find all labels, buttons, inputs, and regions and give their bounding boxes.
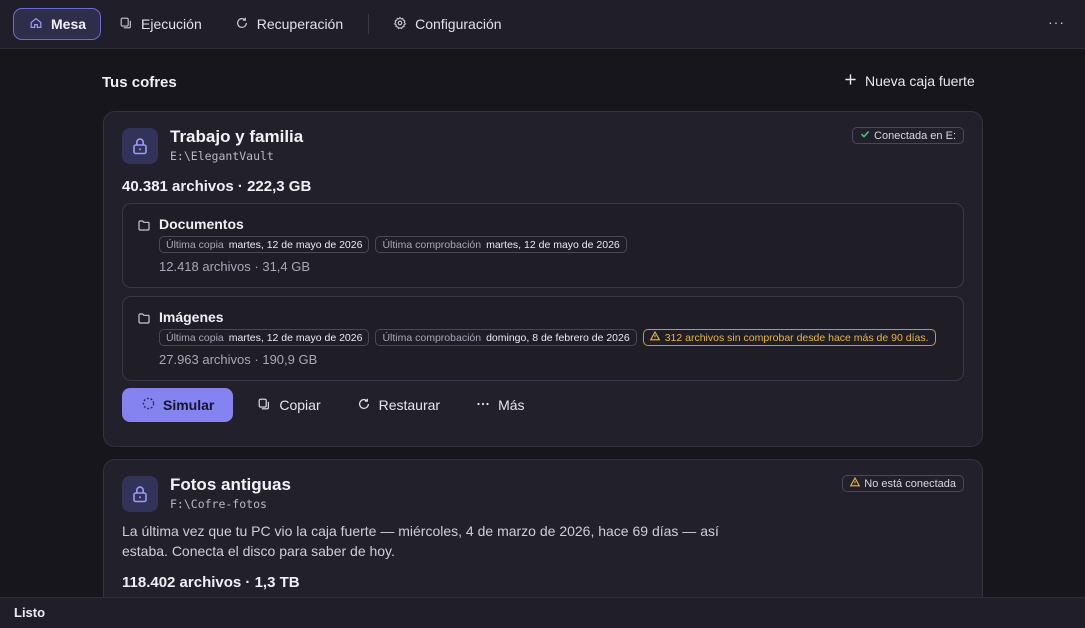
new-vault-button[interactable]: Nueva caja fuerte <box>844 73 975 89</box>
vault-stats: 118.402 archivos · 1,3 TB <box>122 574 300 591</box>
copy-label: Copiar <box>279 397 321 413</box>
lock-icon <box>122 128 158 164</box>
folder-card-imagenes[interactable]: Imágenes Última copia martes, 12 de mayo… <box>122 296 964 381</box>
tab-ejecucion[interactable]: Ejecución <box>103 8 217 40</box>
restore-button[interactable]: Restaurar <box>345 388 452 422</box>
status-badge: No está conectada <box>842 475 964 492</box>
copy-icon <box>119 16 133 33</box>
folder-icon <box>138 218 150 236</box>
vault-card: Fotos antiguas F:\Cofre-fotos No está co… <box>103 459 983 597</box>
chip-value: martes, 12 de mayo de 2026 <box>228 238 363 251</box>
check-icon <box>860 129 870 142</box>
tab-configuracion[interactable]: Configuración <box>377 8 516 40</box>
tab-label: Ejecución <box>141 16 202 32</box>
more-label: Más <box>498 397 525 413</box>
last-copy-chip: Última copia martes, 12 de mayo de 2026 <box>159 329 370 346</box>
top-nav: Mesa Ejecución Recuperación Configuració… <box>0 0 1085 49</box>
chip-value: martes, 12 de mayo de 2026 <box>228 331 363 344</box>
refresh-icon <box>235 16 249 33</box>
warning-icon <box>649 330 660 344</box>
status-text: No está conectada <box>864 477 956 490</box>
status-text: Conectada en E: <box>874 129 956 142</box>
last-check-chip: Última comprobación martes, 12 de mayo d… <box>375 236 627 253</box>
vault-path: F:\Cofre-fotos <box>170 497 267 511</box>
tab-label: Mesa <box>51 16 87 32</box>
warning-icon <box>850 476 861 490</box>
copy-icon <box>257 397 271 414</box>
chip-value: martes, 12 de mayo de 2026 <box>486 238 620 251</box>
last-check-chip: Última comprobación domingo, 8 de febrer… <box>375 329 637 346</box>
folder-chips: Última copia martes, 12 de mayo de 2026 … <box>159 329 936 346</box>
status-badge: Conectada en E: <box>852 127 964 144</box>
folder-meta: 27.963 archivos · 190,9 GB <box>159 352 318 367</box>
folder-name: Documentos <box>159 216 244 232</box>
warning-text: 312 archivos sin comprobar desde hace má… <box>664 331 929 344</box>
ellipsis-icon <box>476 397 490 414</box>
vault-actions: Simular Copiar Restaurar Más <box>122 388 537 422</box>
folder-card-documentos[interactable]: Documentos Última copia martes, 12 de ma… <box>122 203 964 288</box>
warning-chip: 312 archivos sin comprobar desde hace má… <box>642 329 936 346</box>
settings-icon <box>393 16 407 33</box>
last-copy-chip: Última copia martes, 12 de mayo de 2026 <box>159 236 370 253</box>
refresh-icon <box>357 397 371 414</box>
simulate-button[interactable]: Simular <box>122 388 234 422</box>
more-button[interactable]: Más <box>464 388 536 422</box>
vault-stats: 40.381 archivos · 222,3 GB <box>122 178 312 195</box>
home-icon <box>29 16 43 33</box>
tab-recuperacion[interactable]: Recuperación <box>219 8 358 40</box>
folder-meta: 12.418 archivos · 31,4 GB <box>159 259 311 274</box>
tab-label: Configuración <box>415 16 502 32</box>
status-bar: Listo <box>0 597 1085 628</box>
chip-key: Última comprobación <box>382 331 482 344</box>
chip-key: Última copia <box>166 331 224 344</box>
chip-key: Última comprobación <box>382 238 482 251</box>
spinner-icon <box>142 397 155 413</box>
vault-name: Trabajo y familia <box>170 127 304 146</box>
main-content: Tus cofres Nueva caja fuerte Trabajo y f… <box>0 49 1085 597</box>
tab-mesa[interactable]: Mesa <box>13 8 102 40</box>
folder-chips: Última copia martes, 12 de mayo de 2026 … <box>159 236 627 253</box>
chip-value: domingo, 8 de febrero de 2026 <box>486 331 630 344</box>
vault-name: Fotos antiguas <box>170 475 291 494</box>
simulate-label: Simular <box>163 397 215 413</box>
plus-icon <box>844 73 857 89</box>
vault-description: La última vez que tu PC vio la caja fuer… <box>122 523 719 559</box>
folder-icon <box>138 311 150 329</box>
more-menu-button[interactable]: ··· <box>1048 14 1065 30</box>
vault-path: E:\ElegantVault <box>170 149 274 163</box>
lock-icon <box>122 476 158 512</box>
folder-name: Imágenes <box>159 309 224 325</box>
copy-button[interactable]: Copiar <box>245 388 332 422</box>
tab-label: Recuperación <box>256 16 344 32</box>
chip-key: Última copia <box>166 238 224 251</box>
status-text: Listo <box>14 605 46 620</box>
new-vault-label: Nueva caja fuerte <box>865 73 975 89</box>
vault-card: Trabajo y familia E:\ElegantVault Conect… <box>103 111 983 447</box>
page-title: Tus cofres <box>102 74 177 91</box>
restore-label: Restaurar <box>378 397 441 413</box>
nav-divider <box>368 14 370 34</box>
